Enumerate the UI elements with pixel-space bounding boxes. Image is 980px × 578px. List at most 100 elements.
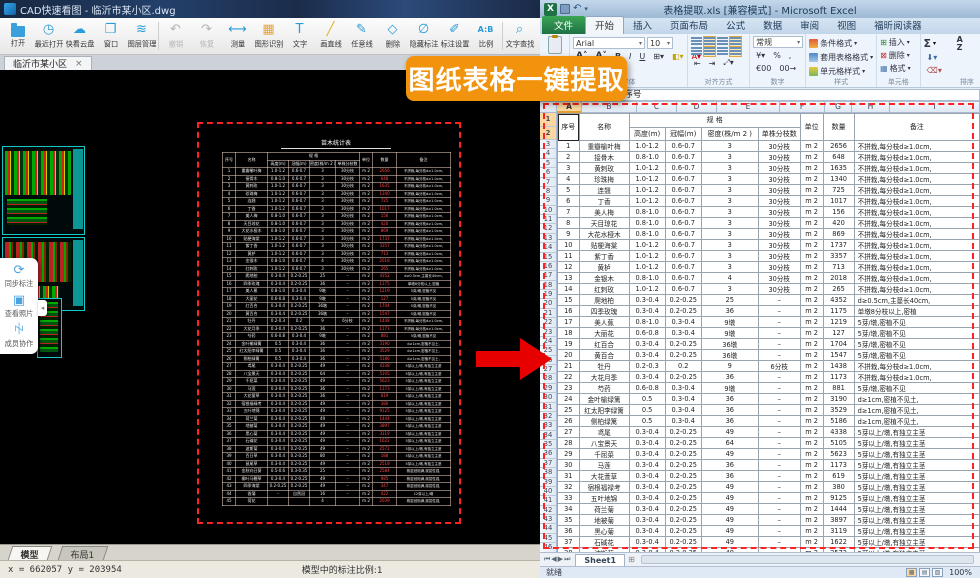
page-layout-view-icon[interactable]: ▤ xyxy=(919,568,930,577)
table-cell[interactable]: – xyxy=(758,394,800,405)
table-cell[interactable]: 3 xyxy=(558,163,580,174)
table-cell[interactable]: 36 xyxy=(558,526,580,537)
italic-button[interactable]: I xyxy=(626,50,634,62)
table-cell[interactable]: 6 xyxy=(558,196,580,207)
table-cell[interactable]: 不拼栽,每分枝d≥1.0cm, xyxy=(854,163,979,174)
table-cell[interactable]: 30分枝 xyxy=(758,229,800,240)
ribbon-tab-开始[interactable]: 开始 xyxy=(585,16,624,34)
table-cell[interactable]: 12 xyxy=(558,262,580,273)
table-cell[interactable]: 3 xyxy=(701,196,758,207)
table-cell[interactable]: – xyxy=(758,405,800,416)
table-cell[interactable]: – xyxy=(758,295,800,306)
layout-tab-布局1[interactable]: 布局1 xyxy=(58,546,108,560)
table-cell[interactable]: m 2 xyxy=(800,515,823,526)
table-cell[interactable]: 29 xyxy=(558,449,580,460)
table-cell[interactable]: 不拼栽,每分枝d≥1.0cm, xyxy=(854,196,979,207)
table-cell[interactable]: 不拼栽,每分枝d≥1.0cm, xyxy=(854,284,979,295)
table-cell[interactable]: m 2 xyxy=(800,449,823,460)
font-size-combo[interactable]: 10▾ xyxy=(647,37,673,49)
table-cell[interactable]: 0.6-0.7 xyxy=(665,218,701,229)
table-cell[interactable]: 17 xyxy=(558,317,580,328)
table-cell[interactable]: 64 xyxy=(701,438,758,449)
table-cell[interactable]: 21 xyxy=(558,361,580,372)
table-cell[interactable]: 265 xyxy=(823,284,854,295)
table-row[interactable]: 30马莲0.3-0.40.2-0.2536–m 211735芽以上/墩,有独立主… xyxy=(558,460,980,471)
column-header-D[interactable]: D xyxy=(677,102,717,113)
table-cell[interactable]: 5芽以上/墩,有独立主茎 xyxy=(854,427,979,438)
table-cell[interactable]: 1219 xyxy=(823,317,854,328)
table-cell[interactable]: 30分枝 xyxy=(758,262,800,273)
table-cell[interactable]: 30分枝 xyxy=(758,152,800,163)
table-row[interactable]: 31大花萱草0.3-0.40.2-0.2536–m 26195芽以上/墩,有独立… xyxy=(558,471,980,482)
row-header-33[interactable]: 33 xyxy=(540,421,557,430)
percent-button[interactable]: % xyxy=(770,49,784,61)
table-cell[interactable]: 32 xyxy=(558,482,580,493)
table-cell[interactable]: 0.2-0.25 xyxy=(665,306,701,317)
table-cell[interactable]: 36 xyxy=(701,394,758,405)
orientation-button[interactable]: ⤢▾ xyxy=(720,57,736,69)
table-cell[interactable]: 不拼栽,每分枝d≥1.0cm, xyxy=(854,218,979,229)
table-cell[interactable]: 大丽花 xyxy=(579,328,629,339)
table-cell[interactable]: 0.3-0.4 xyxy=(629,427,665,438)
table-cell[interactable]: 1.0-1.2 xyxy=(629,163,665,174)
column-header-I[interactable]: I xyxy=(890,102,980,113)
table-cell[interactable]: 丁香 xyxy=(579,196,629,207)
table-cell[interactable]: 9墩 xyxy=(701,317,758,328)
table-cell[interactable]: 1.0-1.2 xyxy=(629,240,665,251)
table-cell[interactable]: 3 xyxy=(701,284,758,295)
table-cell[interactable]: m 2 xyxy=(800,229,823,240)
table-cell[interactable]: 5芽以上/墩,有独立主茎 xyxy=(854,493,979,504)
undo-icon[interactable]: ↶ xyxy=(573,3,581,15)
table-cell[interactable]: 380 xyxy=(823,482,854,493)
table-cell[interactable]: 0.2-0.3 xyxy=(629,361,665,372)
align-right-button[interactable] xyxy=(717,47,728,56)
table-cell[interactable]: 0.2-0.25 xyxy=(665,339,701,350)
table-cell[interactable]: 5105 xyxy=(823,438,854,449)
wrap-text-button[interactable] xyxy=(730,37,741,46)
table-cell[interactable]: 28 xyxy=(558,438,580,449)
table-cell[interactable]: 5芽以上/墩,有独立主茎 xyxy=(854,504,979,515)
table-cell[interactable]: 49 xyxy=(701,482,758,493)
table-cell[interactable]: 0.3-0.4 xyxy=(629,504,665,515)
table-cell[interactable]: 0.6-0.7 xyxy=(665,284,701,295)
table-cell[interactable]: 5芽以上/墩,有独立主茎 xyxy=(854,515,979,526)
table-cell[interactable]: 9墩 xyxy=(701,383,758,394)
table-cell[interactable]: 34 xyxy=(558,504,580,515)
table-cell[interactable]: m 2 xyxy=(800,526,823,537)
table-cell[interactable]: 不拼栽,每分枝d≥1.0cm, xyxy=(854,251,979,262)
table-cell[interactable]: 0.2-0.25 xyxy=(665,427,701,438)
table-cell[interactable]: 49 xyxy=(701,493,758,504)
table-cell[interactable]: 0.3-0.4 xyxy=(629,526,665,537)
table-cell[interactable]: 1175 xyxy=(823,306,854,317)
table-cell[interactable]: 36墩 xyxy=(701,350,758,361)
align-middle-button[interactable] xyxy=(704,37,715,46)
table-cell[interactable]: 3 xyxy=(701,141,758,152)
merge-center-button[interactable] xyxy=(730,47,741,56)
table-cell[interactable]: 869 xyxy=(823,229,854,240)
table-cell[interactable]: 30分枝 xyxy=(758,174,800,185)
side-panel-view-photo[interactable]: ▣查看照片 xyxy=(4,294,34,319)
cad-toolbar-drawline-button[interactable]: ╱画直线 xyxy=(315,19,346,53)
table-cell[interactable]: 0.3-0.4 xyxy=(629,438,665,449)
fill-button[interactable]: ⬇▾ xyxy=(924,51,941,63)
table-row[interactable]: 4珍珠梅1.0-1.20.6-0.7330分枝m 21340不拼栽,每分枝d≥1… xyxy=(558,174,980,185)
column-header-A[interactable]: A xyxy=(557,102,582,113)
table-cell[interactable]: 0.8-1.0 xyxy=(629,229,665,240)
save-icon[interactable] xyxy=(560,4,570,14)
table-cell[interactable]: m 2 xyxy=(800,174,823,185)
table-row[interactable]: 17美人蕉0.8-1.00.3-0.49墩–m 212195芽/墩,密植不见 xyxy=(558,317,980,328)
table-cell[interactable]: 1438 xyxy=(823,361,854,372)
table-cell[interactable]: – xyxy=(758,438,800,449)
table-cell[interactable]: m 2 xyxy=(800,482,823,493)
table-cell[interactable]: 接骨木 xyxy=(579,152,629,163)
comma-button[interactable]: , xyxy=(786,49,795,61)
table-cell[interactable]: 9 xyxy=(701,361,758,372)
table-row[interactable]: 35地被菊0.3-0.40.2-0.2549–m 238975芽以上/墩,有独立… xyxy=(558,515,980,526)
table-cell[interactable]: 不拼栽,每分枝d≥1.0cm, xyxy=(854,207,979,218)
clear-button[interactable]: ⌫▾ xyxy=(924,64,945,76)
horizontal-scrollbar[interactable] xyxy=(641,555,974,564)
table-cell[interactable]: m 2 xyxy=(800,537,823,548)
table-row[interactable]: 28八宝景天0.3-0.40.2-0.2564–m 251055芽以上/墩,有独… xyxy=(558,438,980,449)
table-cell[interactable]: 5芽以上/墩,有独立主茎 xyxy=(854,526,979,537)
table-cell[interactable]: 27 xyxy=(558,427,580,438)
